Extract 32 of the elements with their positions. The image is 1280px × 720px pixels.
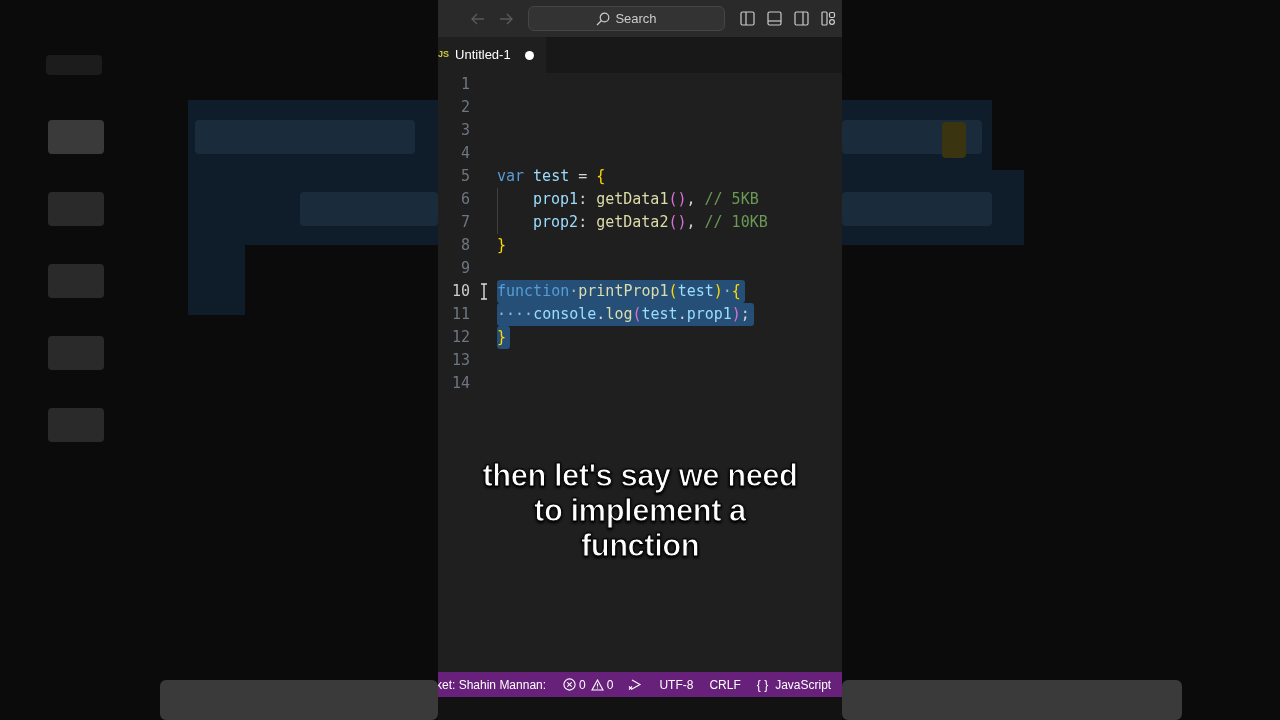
copilot-icon[interactable] (627, 678, 643, 691)
js-file-icon: JS (438, 48, 449, 62)
encoding-status[interactable]: UTF-8 (659, 675, 694, 694)
language-status[interactable]: { } JavaScript (756, 675, 832, 694)
text-cursor-icon (479, 283, 488, 300)
search-icon (596, 11, 611, 26)
error-icon (563, 678, 577, 691)
line-ending-status[interactable]: CRLF (709, 675, 741, 694)
line-number: 13 (450, 350, 470, 372)
editor-tab[interactable]: JS Untitled-1 (438, 37, 546, 73)
line-number: 6 (459, 189, 470, 211)
line-number: 14 (450, 373, 470, 395)
line-number: 2 (459, 97, 470, 119)
problems-status[interactable]: 0 0 (563, 675, 614, 694)
line-number: 9 (459, 258, 470, 280)
line-number: 7 (459, 212, 470, 234)
line-number: 1 (459, 74, 470, 96)
line-number: 3 (459, 120, 470, 142)
line-number: 10 (450, 281, 470, 303)
code-line: var test = { (497, 166, 607, 187)
line-number: 11 (450, 304, 470, 326)
toggle-panel-icon[interactable] (767, 11, 782, 26)
line-number: 8 (459, 235, 470, 257)
code-line: } (497, 235, 508, 256)
customize-layout-icon[interactable] (821, 11, 836, 26)
line-number: 12 (450, 327, 470, 349)
search-field[interactable]: Search (528, 6, 725, 31)
warning-icon (590, 678, 604, 691)
line-number: 4 (459, 143, 470, 165)
line-number: 5 (459, 166, 470, 188)
toggle-sidebar-icon[interactable] (740, 11, 755, 26)
toggle-secondary-sidebar-icon[interactable] (794, 11, 809, 26)
